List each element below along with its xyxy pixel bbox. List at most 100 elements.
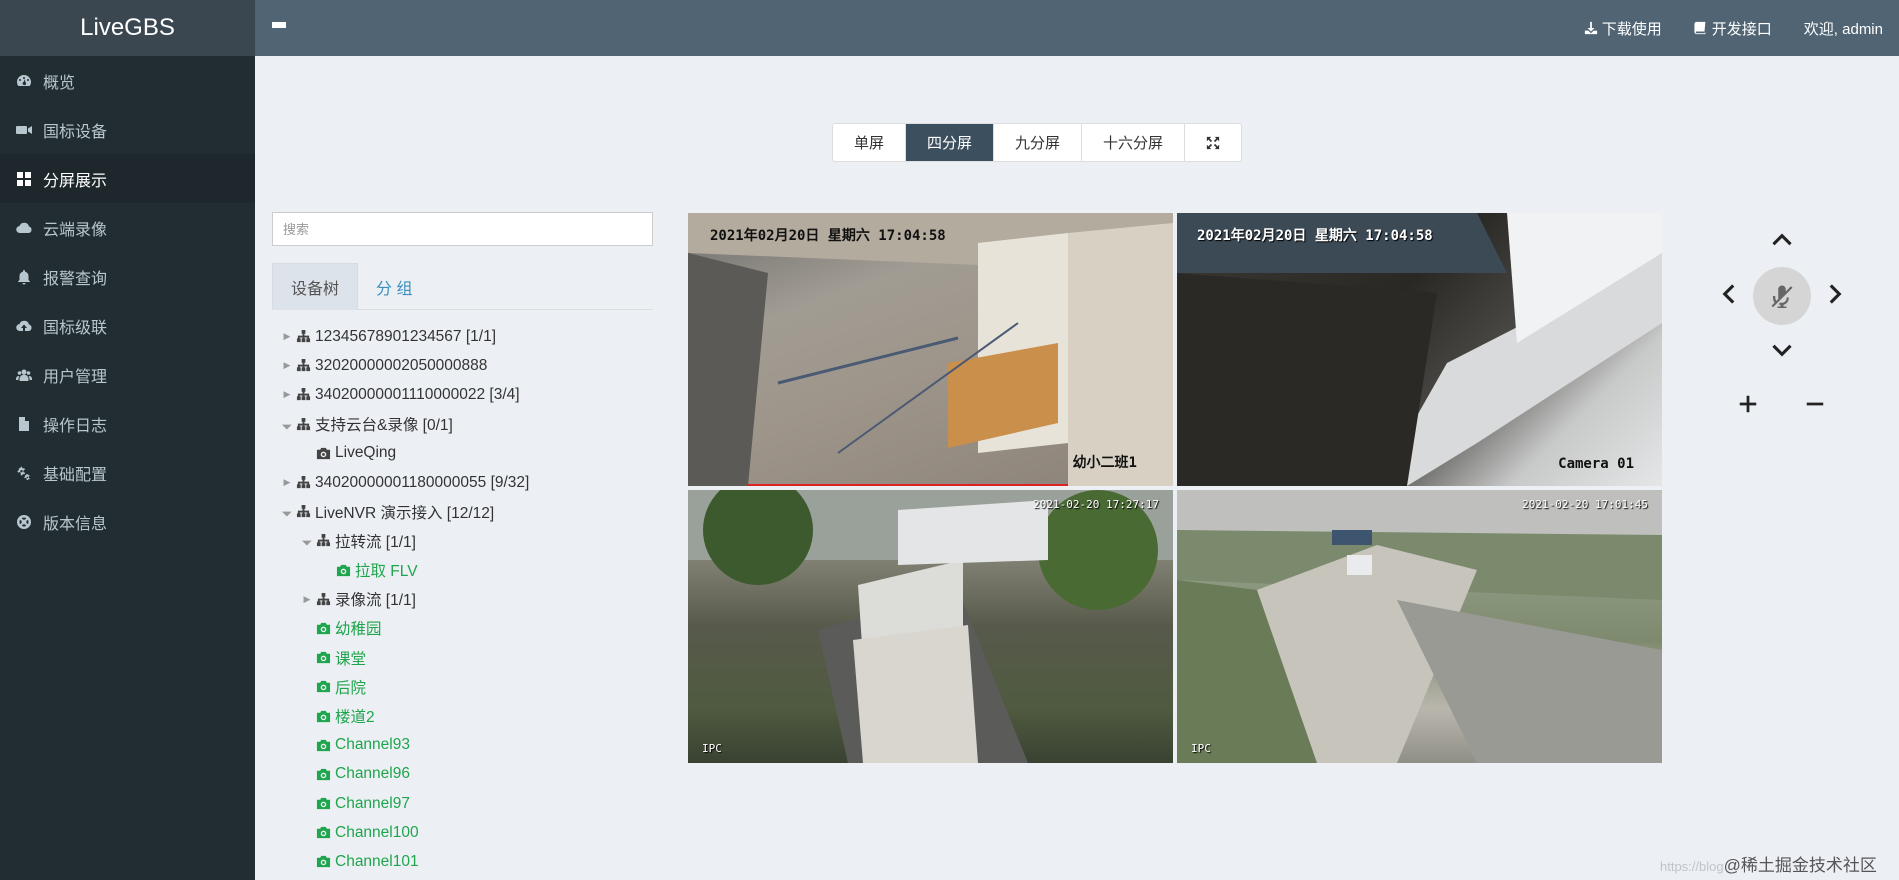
caret-right-icon[interactable]: ▶	[280, 477, 294, 488]
sidebar: LiveGBS 概览 国标设备 分屏展示 云端录像 报警查询 国标级联 用户管理	[0, 0, 255, 880]
fullscreen-button[interactable]	[1185, 124, 1241, 161]
tree-node-folder[interactable]: ◢ 支持云台&录像 [0/1]	[280, 410, 660, 439]
api-docs-link[interactable]: 开发接口	[1678, 0, 1788, 56]
tree-node-label: 课堂	[335, 650, 367, 668]
video-cell-3[interactable]: 2021-02-20 17:27:17 IPC	[688, 490, 1173, 763]
ptz-control-panel	[1700, 225, 1860, 425]
scene-classroom	[688, 213, 1173, 486]
sidebar-item-label: 国标级联	[43, 319, 108, 337]
camera-icon	[314, 766, 332, 782]
tree-node-camera[interactable]: LiveQing	[280, 439, 660, 468]
camera-icon	[334, 562, 352, 578]
users-icon	[15, 366, 33, 384]
tree-node-folder[interactable]: ▶ 录像流 [1/1]	[280, 585, 660, 614]
tree-node-camera[interactable]: Channel97	[280, 789, 660, 818]
zoom-in-button[interactable]	[1734, 390, 1762, 418]
sitemap-icon	[294, 329, 312, 345]
four-screen-button[interactable]: 四分屏	[906, 124, 995, 161]
tree-node-label: Channel96	[335, 765, 410, 783]
caret-right-icon[interactable]: ▶	[300, 594, 314, 605]
tree-node-camera[interactable]: Channel96	[280, 760, 660, 789]
video-osd-label: 幼小二班1	[1072, 455, 1137, 471]
tree-node-camera[interactable]: 后院	[280, 672, 660, 701]
zoom-out-button[interactable]	[1801, 390, 1829, 418]
sitemap-icon	[314, 591, 332, 607]
tree-node-label: Channel93	[335, 736, 410, 754]
sitemap-icon	[294, 387, 312, 403]
camera-icon	[314, 825, 332, 841]
watermark: https://blog@稀土掘金技术社区	[1660, 851, 1877, 876]
sidebar-item-label: 基础配置	[43, 466, 108, 484]
video-osd-label: Camera 01	[1558, 456, 1634, 472]
nine-screen-button[interactable]: 九分屏	[994, 124, 1083, 161]
tree-node-camera[interactable]: Channel93	[280, 731, 660, 760]
video-grid: 2021年02月20日 星期六 17:04:58 幼小二班1 2021年02月2…	[688, 213, 1662, 763]
sidebar-item-logs[interactable]: 操作日志	[0, 399, 255, 448]
tree-node-folder[interactable]: ▶ 34020000001180000055 [9/32]	[280, 468, 660, 497]
tree-node-label: 支持云台&录像 [0/1]	[315, 417, 453, 435]
sidebar-item-label: 分屏展示	[43, 172, 108, 190]
tree-node-folder[interactable]: ◢ LiveNVR 演示接入 [12/12]	[280, 497, 660, 526]
tree-node-camera[interactable]: 楼道2	[280, 701, 660, 730]
tree-node-label: LiveQing	[335, 444, 397, 462]
sidebar-item-config[interactable]: 基础配置	[0, 448, 255, 497]
plus-icon	[1739, 395, 1757, 413]
sidebar-item-alarms[interactable]: 报警查询	[0, 252, 255, 301]
tab-group[interactable]: 分 组	[358, 263, 430, 310]
caret-right-icon[interactable]: ▶	[280, 389, 294, 400]
ptz-center-button[interactable]	[1753, 267, 1811, 325]
sidebar-item-devices[interactable]: 国标设备	[0, 105, 255, 154]
camera-icon	[314, 679, 332, 695]
caret-right-icon[interactable]: ▶	[280, 331, 294, 342]
tree-node-folder[interactable]: ◢ 拉转流 [1/1]	[280, 526, 660, 555]
mute-mic-icon	[1771, 285, 1793, 308]
scene-road	[1177, 490, 1662, 763]
sixteen-screen-button[interactable]: 十六分屏	[1082, 124, 1186, 161]
tree-node-folder[interactable]: ▶ 12345678901234567 [1/1]	[280, 322, 660, 351]
gears-icon	[15, 464, 33, 482]
sidebar-item-cascade[interactable]: 国标级联	[0, 301, 255, 350]
camera-icon	[314, 737, 332, 753]
video-cell-1[interactable]: 2021年02月20日 星期六 17:04:58 幼小二班1	[688, 213, 1173, 486]
sidebar-item-split-screen[interactable]: 分屏展示	[0, 154, 255, 203]
ptz-left-button[interactable]	[1714, 280, 1742, 308]
device-tree: ▶ 12345678901234567 [1/1] ▶ 320200000020500…	[280, 322, 660, 877]
sidebar-item-overview[interactable]: 概览	[0, 56, 255, 105]
download-icon	[1584, 21, 1597, 35]
ptz-right-button[interactable]	[1822, 280, 1850, 308]
tree-node-camera[interactable]: Channel101	[280, 847, 660, 876]
video-cell-4[interactable]: 2021-02-20 17:01:45 IPC	[1177, 490, 1662, 763]
camera-icon	[314, 796, 332, 812]
user-menu[interactable]: 欢迎, admin	[1788, 0, 1899, 56]
tree-node-camera[interactable]: 幼稚园	[280, 614, 660, 643]
tree-node-folder[interactable]: ▶ 32020000002050000888	[280, 351, 660, 380]
camera-icon	[314, 620, 332, 636]
device-search-input[interactable]	[272, 212, 653, 246]
camera-icon	[314, 650, 332, 666]
sidebar-item-version[interactable]: 版本信息	[0, 497, 255, 546]
minus-icon	[1806, 402, 1824, 406]
sidebar-toggle-button[interactable]	[255, 0, 303, 56]
download-link[interactable]: 下载使用	[1568, 0, 1678, 56]
sidebar-item-label: 版本信息	[43, 515, 108, 533]
tree-node-label: 录像流 [1/1]	[335, 592, 416, 610]
sidebar-item-users[interactable]: 用户管理	[0, 350, 255, 399]
caret-right-icon[interactable]: ▶	[280, 360, 294, 371]
tree-node-label: 12345678901234567 [1/1]	[315, 327, 497, 345]
tree-node-camera[interactable]: Channel100	[280, 818, 660, 847]
tree-node-camera[interactable]: 课堂	[280, 643, 660, 672]
ptz-up-button[interactable]	[1768, 225, 1796, 253]
sitemap-icon	[314, 533, 332, 549]
sitemap-icon	[294, 358, 312, 374]
sidebar-item-cloud-record[interactable]: 云端录像	[0, 203, 255, 252]
single-screen-button[interactable]: 单屏	[833, 124, 907, 161]
ptz-down-button[interactable]	[1768, 337, 1796, 365]
tab-device-tree[interactable]: 设备树	[272, 263, 359, 310]
app-logo[interactable]: LiveGBS	[0, 0, 255, 56]
chevron-down-icon	[1772, 344, 1792, 357]
api-docs-label: 开发接口	[1711, 20, 1772, 38]
tree-node-folder[interactable]: ▶ 34020000001110000022 [3/4]	[280, 380, 660, 409]
video-osd-timestamp: 2021年02月20日 星期六 17:04:58	[710, 228, 946, 244]
tree-node-camera[interactable]: 拉取 FLV	[280, 556, 660, 585]
video-cell-2[interactable]: 2021年02月20日 星期六 17:04:58 Camera 01	[1177, 213, 1662, 486]
